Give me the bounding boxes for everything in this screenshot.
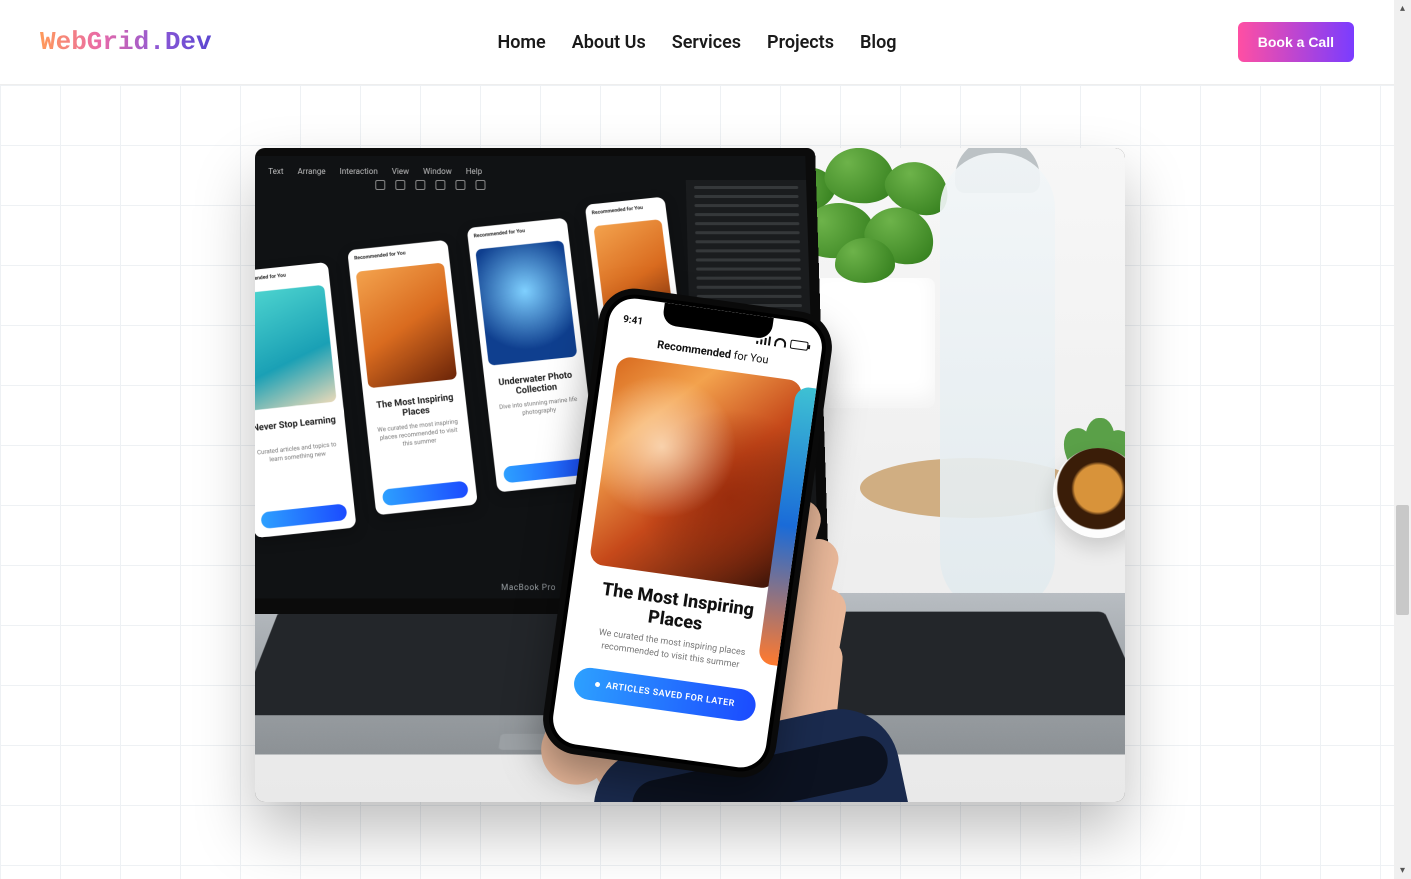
menu-view: View [392,166,409,175]
artboard-subtitle: Curated articles and topics to learn som… [255,441,341,466]
scrollbar[interactable]: ▴ ▾ [1394,0,1411,879]
battery-icon [790,340,809,351]
artboard-rec-label: Recommended for You [473,228,525,239]
phone-card-button-label: articles saved for later [605,681,735,709]
tool-icon [435,180,445,190]
tool-icon [395,180,405,190]
tool-icon [475,180,485,190]
artboard-rec-label: Recommended for You [255,273,286,284]
phone-time: 9:41 [622,314,643,328]
artboard-title: Never Stop Learning [255,415,339,435]
nav-home[interactable]: Home [497,32,545,53]
nav-services[interactable]: Services [672,32,741,53]
tool-icon [455,180,465,190]
menu-window: Window [423,166,452,175]
design-app-menubar: Layer Text Arrange Interaction View Wind… [255,162,806,180]
artboard-subtitle: Dive into stunning marine life photograp… [495,395,582,420]
scrollbar-thumb[interactable] [1396,505,1409,615]
nav-projects[interactable]: Projects [767,32,834,53]
phone-card-button: articles saved for later [572,665,758,722]
scroll-up-icon[interactable]: ▴ [1394,0,1411,17]
menu-text: Text [268,166,283,175]
menu-help: Help [466,166,483,175]
artboard-title: The Most Inspiring Places [370,392,461,422]
menu-interaction: Interaction [340,166,378,175]
nav-blog[interactable]: Blog [860,32,897,53]
hero-showcase-image: Layer Text Arrange Interaction View Wind… [255,148,1125,802]
site-header: WebGrid.Dev Home About Us Services Proje… [0,0,1394,85]
tool-icon [415,180,425,190]
phone-hero-photo [589,356,803,590]
primary-nav: Home About Us Services Projects Blog [497,32,896,53]
scroll-down-icon[interactable]: ▾ [1394,862,1411,879]
artboard-subtitle: We curated the most inspiring places rec… [375,418,463,451]
wifi-icon [774,337,787,348]
dot-icon [595,682,601,688]
tool-icon [375,180,385,190]
brand-logo[interactable]: WebGrid.Dev [40,27,212,57]
artboard-rec-label: Recommended for You [591,205,643,216]
menu-arrange: Arrange [298,166,326,175]
nav-about[interactable]: About Us [572,32,646,53]
book-call-button[interactable]: Book a Call [1238,22,1354,62]
artboard-title: Underwater Photo Collection [490,370,581,400]
artboard-rec-label: Recommended for You [354,250,406,261]
